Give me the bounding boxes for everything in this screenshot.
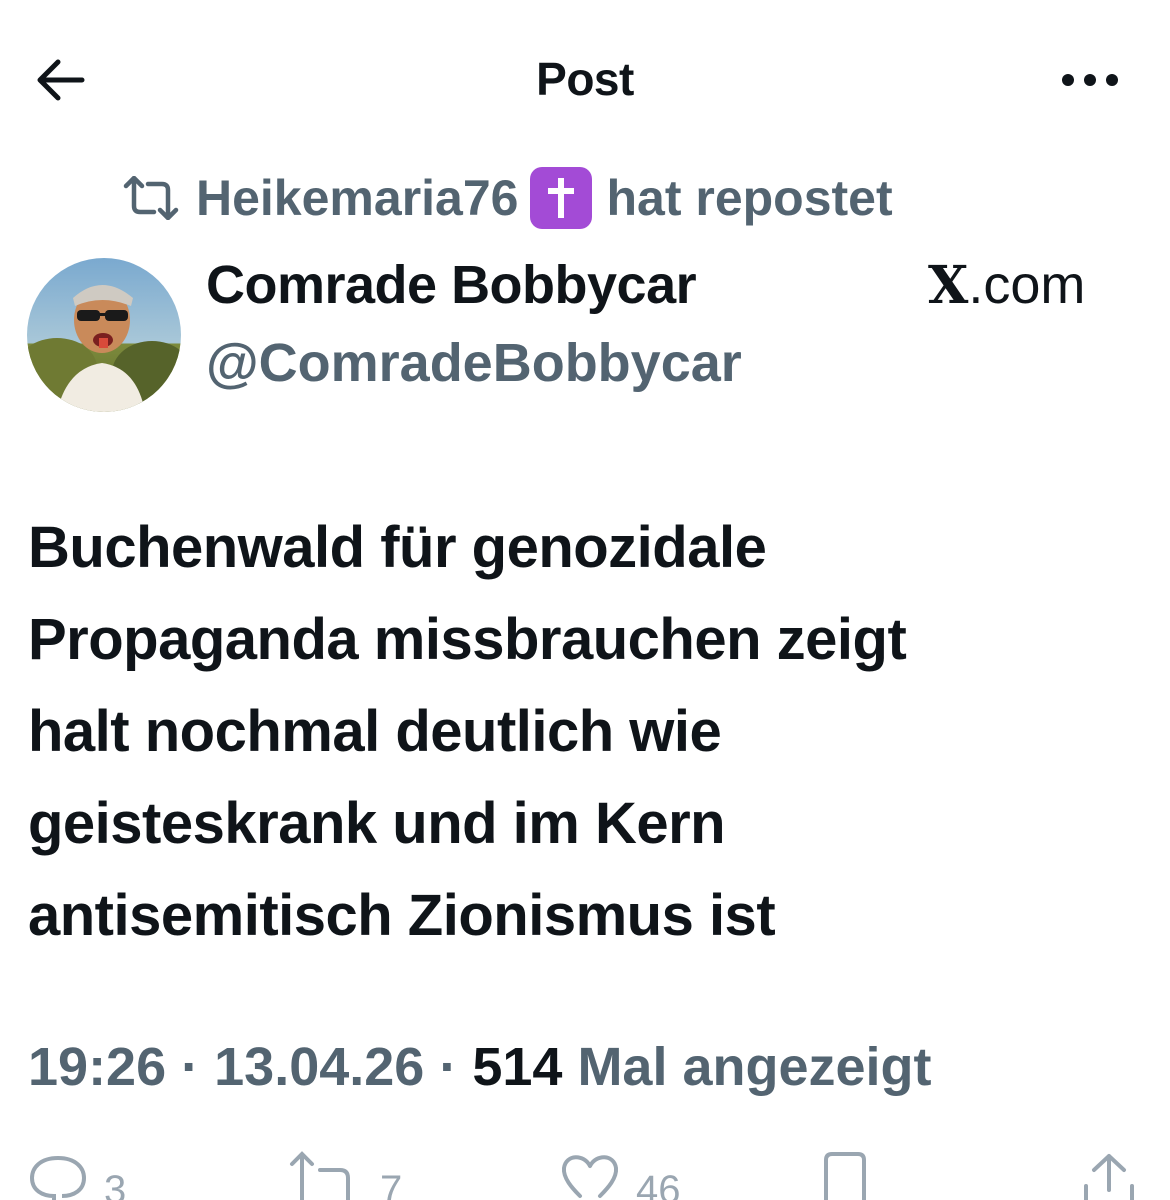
action-bar: 3 7 46 bbox=[0, 1150, 1170, 1200]
x-com-watermark: X .com bbox=[928, 254, 1085, 316]
views-label: Mal angezeigt bbox=[562, 1037, 932, 1097]
repost-button[interactable]: 7 bbox=[286, 1150, 402, 1200]
repost-suffix: hat repostet bbox=[606, 170, 893, 226]
author-name[interactable]: Comrade Bobbycar bbox=[206, 254, 697, 316]
latin-cross-emoji-icon bbox=[530, 167, 593, 229]
more-horizontal-icon bbox=[1062, 74, 1118, 86]
reply-icon bbox=[29, 1156, 87, 1200]
separator-dot: · bbox=[166, 1037, 215, 1097]
repost-icon bbox=[120, 176, 182, 220]
post-date: 13.04.26 bbox=[214, 1037, 425, 1097]
share-button[interactable] bbox=[1082, 1150, 1136, 1200]
repost-icon bbox=[290, 1151, 350, 1200]
x-logo-icon: X bbox=[928, 255, 969, 316]
bookmark-button[interactable] bbox=[822, 1150, 868, 1200]
tweet-text: Buchenwald für genozidale Propaganda mis… bbox=[28, 502, 1138, 962]
tweet-line: geisteskrank und im Kern bbox=[28, 791, 726, 856]
repost-count: 7 bbox=[380, 1168, 403, 1200]
like-count: 46 bbox=[636, 1168, 681, 1200]
tweet-line: halt nochmal deutlich wie bbox=[28, 699, 722, 764]
reply-count: 3 bbox=[104, 1168, 127, 1200]
avatar[interactable] bbox=[27, 258, 181, 412]
post-time: 19:26 bbox=[28, 1037, 167, 1097]
more-button[interactable] bbox=[1050, 55, 1130, 105]
reposter-name[interactable]: Heikemaria76 bbox=[196, 169, 518, 227]
tweet-line: antisemitisch Zionismus ist bbox=[28, 883, 776, 948]
reply-button[interactable]: 3 bbox=[26, 1150, 126, 1200]
bookmark-icon bbox=[824, 1152, 866, 1200]
top-bar: Post bbox=[0, 0, 1170, 160]
heart-icon bbox=[561, 1155, 619, 1198]
like-button[interactable]: 46 bbox=[558, 1150, 681, 1200]
post-screen: Post Heikemaria76 hat repostet Comrade B… bbox=[0, 0, 1170, 1200]
repost-indicator: Heikemaria76 hat repostet bbox=[120, 167, 893, 229]
tweet-meta: 19:26 · 13.04.26 · 514 Mal angezeigt bbox=[28, 1036, 932, 1098]
tweet-line: Propaganda missbrauchen zeigt bbox=[28, 607, 907, 672]
page-title: Post bbox=[536, 53, 634, 105]
author-handle[interactable]: @ComradeBobbycar bbox=[206, 332, 742, 394]
separator-dot: · bbox=[424, 1037, 473, 1097]
tweet-line: Buchenwald für genozidale bbox=[28, 515, 767, 580]
views-count: 514 bbox=[472, 1037, 563, 1097]
share-icon bbox=[1084, 1154, 1134, 1200]
source-domain: .com bbox=[968, 255, 1086, 315]
